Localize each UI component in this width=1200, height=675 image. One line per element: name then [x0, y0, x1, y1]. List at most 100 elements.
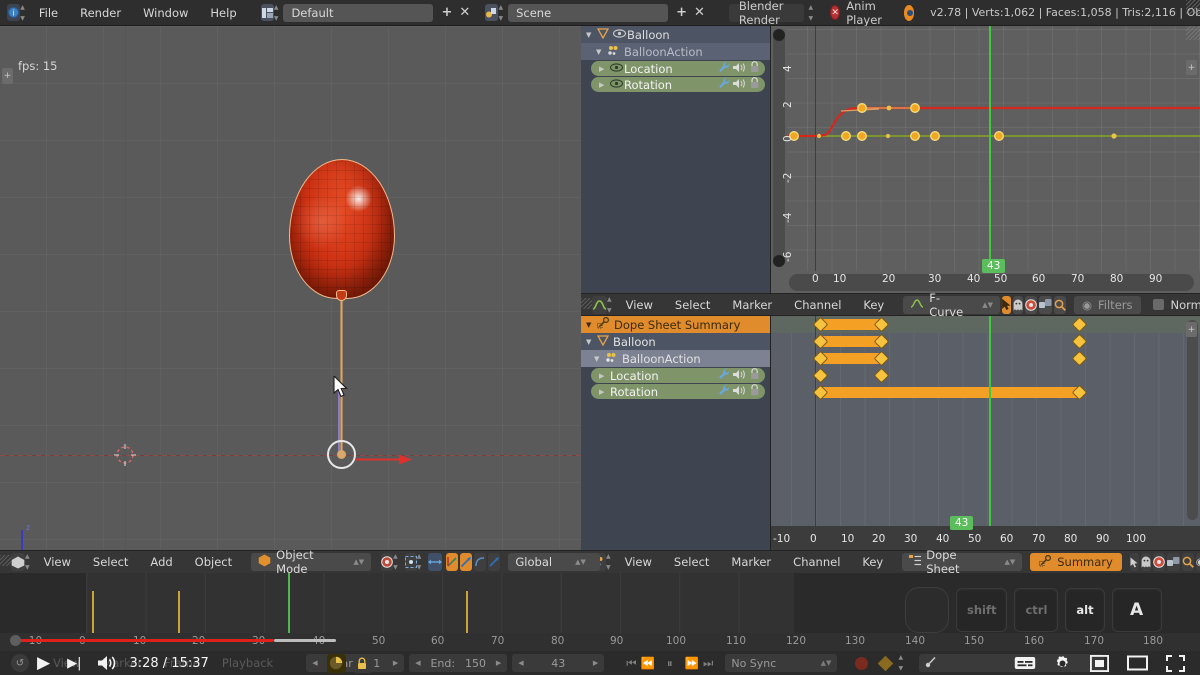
screen-layout-field[interactable]: Default: [283, 3, 434, 22]
expand-triangle-icon[interactable]: ▼: [596, 48, 607, 56]
snap-icon[interactable]: [1166, 553, 1180, 571]
ge-menu-view[interactable]: View: [615, 298, 664, 312]
snap-icon[interactable]: [1038, 295, 1052, 314]
video-progress-bar[interactable]: [12, 639, 274, 642]
expand-triangle-icon[interactable]: ▶: [599, 372, 610, 380]
graph-editor-icon[interactable]: [592, 295, 607, 314]
area-corner-grip[interactable]: [0, 555, 11, 566]
timeline-keyframe-marker[interactable]: [466, 591, 468, 633]
render-engine-select[interactable]: Blender Render: [728, 0, 805, 27]
next-video-icon[interactable]: ▶|: [67, 656, 81, 671]
dopesheet-row-summary[interactable]: ▼ Dope Sheet Summary: [581, 316, 770, 333]
outliner-panel[interactable]: ▼ Balloon ▼ BalloonAction ▶ Location ▶ R…: [581, 26, 771, 293]
dopesheet-playhead[interactable]: [989, 316, 991, 526]
ds-menu-select[interactable]: Select: [663, 555, 720, 569]
menu-render[interactable]: Render: [69, 6, 132, 20]
timeline-keyframe-marker[interactable]: [178, 591, 180, 633]
area-corner-grip[interactable]: [1186, 26, 1200, 40]
graph-playhead[interactable]: [989, 26, 991, 271]
v3d-menu-view[interactable]: View: [33, 555, 82, 569]
menu-help[interactable]: Help: [199, 6, 247, 20]
ds-menu-key[interactable]: Key: [851, 555, 894, 569]
scale-manipulator-icon[interactable]: [474, 553, 487, 571]
speaker-icon[interactable]: [733, 369, 746, 383]
magnify-icon[interactable]: [1181, 553, 1194, 571]
expand-triangle-icon[interactable]: ▶: [599, 65, 610, 73]
editor-type-spinner[interactable]: ▲ ▼: [25, 554, 30, 571]
pivot-point-icon[interactable]: [404, 553, 417, 571]
area-corner-grip[interactable]: [581, 298, 592, 309]
dopesheet-row-balloonaction[interactable]: ▼ BalloonAction: [581, 350, 770, 367]
screen-layout-icon[interactable]: [260, 4, 274, 21]
editor-type-spinner[interactable]: ▲ ▼: [20, 4, 25, 21]
viewport-shading-icon[interactable]: [381, 553, 394, 571]
wrench-icon[interactable]: [718, 61, 730, 76]
chevron-down-icon[interactable]: ▲▼: [353, 558, 364, 566]
scroll-knob-top[interactable]: [773, 29, 785, 41]
ghost-curves-icon[interactable]: [1012, 295, 1023, 314]
dopesheet-row-rotation[interactable]: ▶ Rotation: [591, 384, 765, 399]
expand-triangle-icon[interactable]: ▼: [586, 321, 597, 329]
layout-spinner[interactable]: ▲ ▼: [274, 4, 279, 21]
shading-spinner[interactable]: ▲ ▼: [393, 554, 398, 571]
add-scene-button[interactable]: +: [676, 5, 687, 20]
outliner-row-location[interactable]: ▶ Location: [591, 61, 765, 76]
outliner-row-rotation[interactable]: ▶ Rotation: [591, 77, 765, 92]
theater-mode-icon[interactable]: [1127, 655, 1148, 671]
chevron-down-icon[interactable]: ▲▼: [1004, 558, 1015, 566]
scene-icon[interactable]: [485, 4, 499, 21]
editor-type-spinner[interactable]: ▲ ▼: [607, 296, 612, 313]
balloon-string[interactable]: [340, 291, 343, 456]
graph-editor[interactable]: 4 2 0 -2 -4 -6 43 + 0 10 20 30 40 50 60 …: [771, 26, 1200, 293]
dopesheet-keyframe-area[interactable]: [771, 316, 1200, 550]
ghost-curves-icon[interactable]: [1140, 553, 1151, 571]
lock-icon[interactable]: [749, 77, 760, 92]
dopesheet-row-balloon[interactable]: ▼ Balloon: [581, 333, 770, 350]
engine-spinner[interactable]: ▲ ▼: [808, 4, 813, 21]
graph-sidebar-plus-icon[interactable]: +: [1186, 60, 1197, 75]
miniplayer-icon[interactable]: [1090, 654, 1109, 672]
lock-icon[interactable]: [749, 384, 760, 399]
keyframe-bar[interactable]: [821, 387, 1081, 398]
v3d-menu-object[interactable]: Object: [184, 555, 243, 569]
proportional-edit-icon[interactable]: [1152, 553, 1165, 571]
close-icon[interactable]: ✕: [830, 5, 841, 20]
visibility-eye-icon[interactable]: [612, 28, 627, 41]
timeline-keyframe-marker[interactable]: [92, 591, 94, 633]
menu-file[interactable]: File: [28, 6, 69, 20]
transform-orientation-select[interactable]: Global ▲▼: [508, 553, 601, 571]
visibility-eye-icon[interactable]: [609, 62, 624, 75]
anim-player-badge[interactable]: ✕ Anim Player: [830, 0, 890, 27]
ge-menu-select[interactable]: Select: [664, 298, 721, 312]
scene-field[interactable]: Scene: [508, 3, 669, 22]
ds-menu-channel[interactable]: Channel: [782, 555, 851, 569]
dopesheet-row-location[interactable]: ▶ Location: [591, 368, 765, 383]
outliner-row-balloonaction[interactable]: ▼ BalloonAction: [581, 43, 770, 60]
pie-chart-icon[interactable]: [326, 653, 346, 673]
volume-icon[interactable]: [98, 655, 117, 671]
transform-x-arrow[interactable]: [355, 450, 412, 465]
manipulator-widget-icon[interactable]: [488, 553, 501, 571]
ge-normalize-toggle[interactable]: Normalize: [1152, 298, 1200, 312]
magnify-icon[interactable]: [1053, 295, 1066, 314]
translate-manipulator-icon[interactable]: [446, 553, 459, 571]
ge-mode-select[interactable]: F-Curve ▲▼: [903, 291, 1000, 319]
ge-menu-key[interactable]: Key: [852, 298, 895, 312]
proportional-edit-icon[interactable]: [1024, 295, 1037, 314]
remove-layout-button[interactable]: ✕: [459, 5, 470, 20]
v3d-menu-select[interactable]: Select: [82, 555, 139, 569]
info-icon[interactable]: i: [7, 4, 21, 21]
dopesheet-sidebar-plus-icon[interactable]: +: [1186, 322, 1197, 337]
lock-icon[interactable]: [352, 653, 372, 673]
fullscreen-icon[interactable]: [1166, 654, 1185, 672]
lock-icon[interactable]: [749, 368, 760, 383]
ds-summary-toggle[interactable]: Summary: [1030, 553, 1122, 571]
speaker-icon[interactable]: [733, 385, 746, 399]
subtitles-icon[interactable]: [1014, 655, 1036, 671]
select-cursor-icon[interactable]: [1001, 295, 1011, 314]
play-icon[interactable]: ▶: [37, 653, 50, 673]
wrench-icon[interactable]: [718, 384, 730, 399]
replay-icon[interactable]: ↺: [11, 654, 29, 672]
expand-triangle-icon[interactable]: ▶: [599, 81, 610, 89]
copy-attributes-icon[interactable]: ◉: [1195, 553, 1200, 571]
